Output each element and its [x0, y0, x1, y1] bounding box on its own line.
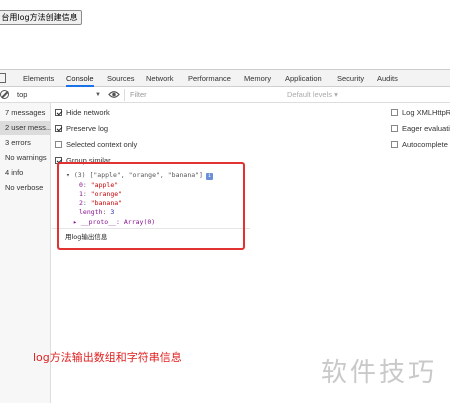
- preserve-log-checkbox[interactable]: [55, 125, 62, 132]
- selected-context-checkbox[interactable]: [55, 141, 62, 148]
- tab-application[interactable]: Application: [285, 70, 322, 87]
- tab-network[interactable]: Network: [146, 70, 174, 87]
- hide-network-label: Hide network: [66, 108, 110, 117]
- tab-console[interactable]: Console: [66, 70, 94, 87]
- console-filter-bar: top ▼ Filter Default levels ▾: [0, 87, 450, 103]
- autocomplete-checkbox[interactable]: [391, 141, 398, 148]
- autocomplete-label: Autocomplete: [402, 140, 448, 149]
- tab-sources[interactable]: Sources: [107, 70, 135, 87]
- log-xhr-label: Log XMLHttpR: [402, 108, 450, 117]
- tab-memory[interactable]: Memory: [244, 70, 271, 87]
- highlight-annotation-box: [57, 162, 245, 250]
- annotation-caption: log方法输出数组和字符串信息: [33, 351, 182, 364]
- log-xhr-setting[interactable]: Log XMLHttpR: [391, 107, 450, 119]
- sidebar-item-messages[interactable]: 7 messages: [0, 106, 51, 120]
- divider: [124, 89, 125, 101]
- chevron-down-icon[interactable]: ▼: [95, 87, 101, 103]
- eager-eval-setting[interactable]: Eager evaluatio: [391, 123, 450, 135]
- inspect-icon[interactable]: [0, 73, 6, 83]
- autocomplete-setting[interactable]: Autocomplete: [391, 139, 448, 151]
- eager-eval-checkbox[interactable]: [391, 125, 398, 132]
- sidebar-item-errors[interactable]: 3 errors: [0, 136, 51, 150]
- context-selector[interactable]: top: [17, 87, 27, 103]
- sidebar-item-warnings[interactable]: No warnings: [0, 151, 51, 165]
- hide-network-checkbox[interactable]: [55, 109, 62, 116]
- eager-eval-label: Eager evaluatio: [402, 124, 450, 133]
- clear-console-icon[interactable]: [0, 90, 9, 99]
- selected-context-label: Selected context only: [66, 140, 138, 149]
- tab-performance[interactable]: Performance: [188, 70, 231, 87]
- tab-elements[interactable]: Elements: [23, 70, 54, 87]
- filter-input[interactable]: Filter: [130, 87, 147, 103]
- sidebar-item-verbose[interactable]: No verbose: [0, 181, 51, 195]
- preserve-log-setting[interactable]: Preserve log: [55, 123, 108, 135]
- console-settings: Hide network Preserve log Selected conte…: [52, 103, 450, 167]
- selected-context-setting[interactable]: Selected context only: [55, 139, 137, 151]
- log-levels-dropdown[interactable]: Default levels ▾: [287, 87, 338, 103]
- devtools-tab-bar: Elements Console Sources Network Perform…: [0, 70, 450, 87]
- tab-security[interactable]: Security: [337, 70, 364, 87]
- create-info-button[interactable]: 台用log方法创建信息: [0, 10, 82, 25]
- watermark: 软件技巧: [321, 358, 438, 388]
- eye-icon[interactable]: [108, 90, 120, 99]
- preserve-log-label: Preserve log: [66, 124, 109, 133]
- hide-network-setting[interactable]: Hide network: [55, 107, 110, 119]
- tab-audits[interactable]: Audits: [377, 70, 398, 87]
- log-xhr-checkbox[interactable]: [391, 109, 398, 116]
- sidebar-item-info[interactable]: 4 info: [0, 166, 51, 180]
- sidebar-item-user-messages[interactable]: 2 user mess...: [0, 121, 51, 135]
